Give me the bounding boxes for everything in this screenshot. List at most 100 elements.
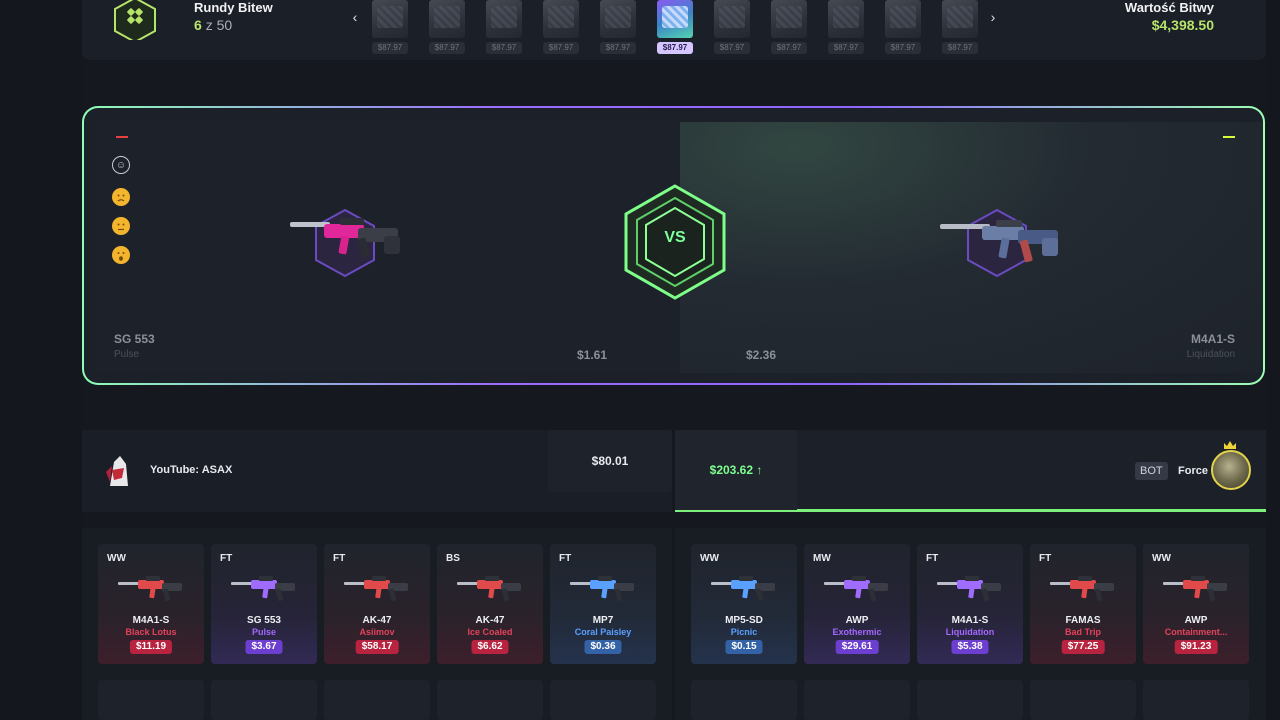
empty-item-slot (804, 680, 910, 720)
left-item-skin: Pulse (114, 349, 140, 360)
emoji-neutral-face-icon[interactable] (112, 217, 130, 235)
item-card[interactable]: FT MP7 Coral Paisley $0.36 (550, 544, 656, 664)
item-wear: FT (220, 553, 233, 564)
m4a1s-weapon-icon (940, 220, 1058, 263)
case-image (657, 0, 693, 38)
rounds-total: z 50 (205, 17, 233, 33)
case-price: $87.97 (372, 42, 408, 54)
case-price: $87.97 (942, 42, 978, 54)
item-name: M4A1-S (132, 615, 170, 626)
player-right-panel: $203.62 ↑ BOT Force (675, 430, 1266, 512)
case-item[interactable]: $87.97 (824, 0, 868, 56)
weapon-icon (116, 568, 186, 608)
case-item[interactable]: $87.97 (710, 0, 754, 56)
case-price: $87.97 (600, 42, 636, 54)
weapon-icon (935, 568, 1005, 608)
weapon-icon (1048, 568, 1118, 608)
case-price: $87.97 (828, 42, 864, 54)
item-skin: Exothermic (832, 627, 882, 637)
battle-logo-icon (114, 0, 156, 40)
player-right-avatar[interactable] (1211, 450, 1251, 490)
item-card[interactable]: FT M4A1-S Liquidation $5.38 (917, 544, 1023, 664)
item-skin: Ice Coaled (467, 627, 513, 637)
item-wear: BS (446, 553, 460, 564)
case-price: $87.97 (885, 42, 921, 54)
case-item[interactable]: $87.97 (596, 0, 640, 56)
item-card[interactable]: WW M4A1-S Black Lotus $11.19 (98, 544, 204, 664)
emoji-smile-icon[interactable]: ☺ (112, 156, 130, 174)
player-right-name[interactable]: Force (1178, 465, 1208, 477)
item-skin: Asiimov (359, 627, 395, 637)
item-card[interactable]: FT SG 553 Pulse $3.67 (211, 544, 317, 664)
player-right-items: WW MP5-SD Picnic $0.15 MW AWP Exothermic $29.61… (675, 528, 1266, 720)
weapon-icon (1161, 568, 1231, 608)
player-left-name[interactable]: YouTube: ASAX (150, 464, 232, 476)
item-price: $91.23 (1174, 640, 1218, 654)
item-card[interactable]: FT AK-47 Asiimov $58.17 (324, 544, 430, 664)
player-right-total: $203.62 ↑ (675, 430, 797, 510)
cases-next-button[interactable]: › (986, 9, 1000, 27)
item-price: $29.61 (835, 640, 879, 654)
case-price: $87.97 (657, 42, 693, 54)
weapon-icon (229, 568, 299, 608)
right-item-name: M4A1-S (1190, 332, 1235, 346)
left-player-indicator (116, 136, 128, 138)
item-name: SG 553 (247, 615, 281, 626)
weapon-icon (342, 568, 412, 608)
bot-badge: BOT (1135, 462, 1168, 480)
item-card[interactable]: WW AWP Containment... $91.23 (1143, 544, 1249, 664)
emoji-surprised-icon[interactable] (112, 246, 130, 264)
right-item-price: $2.36 (746, 348, 777, 362)
player-left-panel: YouTube: ASAX $80.01 (82, 430, 672, 512)
case-image (942, 0, 978, 38)
case-price: $87.97 (429, 42, 465, 54)
item-wear: FT (333, 553, 346, 564)
item-price: $0.36 (584, 640, 622, 654)
empty-item-slot (98, 680, 204, 720)
case-item[interactable]: $87.97 (938, 0, 982, 56)
item-wear: MW (813, 553, 831, 564)
item-price: $77.25 (1061, 640, 1105, 654)
item-card[interactable]: FT FAMAS Bad Trip $77.25 (1030, 544, 1136, 664)
case-item[interactable]: $87.97 (482, 0, 526, 56)
battle-page: Rundy Bitew 6 z 50 ‹ $87.97 $87.97 $87.97 $… (0, 0, 1280, 720)
item-name: AK-47 (475, 615, 505, 626)
case-price: $87.97 (714, 42, 750, 54)
player-left-avatar[interactable] (102, 452, 134, 488)
weapon-icon (822, 568, 892, 608)
case-image (828, 0, 864, 38)
player-left-items: WW M4A1-S Black Lotus $11.19 FT SG 553 Pulse $3… (82, 528, 672, 720)
player-left-total: $80.01 (548, 430, 672, 492)
emoji-sad-icon[interactable] (112, 188, 130, 206)
cases-prev-button[interactable]: ‹ (348, 9, 362, 27)
item-card[interactable]: MW AWP Exothermic $29.61 (804, 544, 910, 664)
case-price: $87.97 (486, 42, 522, 54)
case-item[interactable]: $87.97 (653, 0, 697, 56)
item-price: $6.62 (471, 640, 509, 654)
empty-item-slot (917, 680, 1023, 720)
right-gutter (1266, 0, 1280, 720)
case-item[interactable]: $87.97 (539, 0, 583, 56)
case-image (885, 0, 921, 38)
item-name: M4A1-S (951, 615, 989, 626)
case-item[interactable]: $87.97 (425, 0, 469, 56)
empty-item-slot (211, 680, 317, 720)
vs-badge: VS (620, 182, 730, 302)
empty-item-slot (1030, 680, 1136, 720)
rounds-label: Rundy Bitew (194, 0, 273, 15)
left-item-name: SG 553 (114, 332, 155, 346)
item-price: $11.19 (129, 640, 173, 654)
case-item[interactable]: $87.97 (368, 0, 412, 56)
case-item[interactable]: $87.97 (767, 0, 811, 56)
left-item-price: $1.61 (577, 348, 608, 362)
empty-item-slot (691, 680, 797, 720)
item-name: AWP (1184, 615, 1208, 626)
case-image (600, 0, 636, 38)
item-price: $3.67 (245, 640, 283, 654)
sg553-weapon-icon (290, 218, 400, 259)
item-card[interactable]: BS AK-47 Ice Coaled $6.62 (437, 544, 543, 664)
left-gutter (0, 0, 82, 720)
item-card[interactable]: WW MP5-SD Picnic $0.15 (691, 544, 797, 664)
right-item-skin: Liquidation (1186, 349, 1235, 360)
case-item[interactable]: $87.97 (881, 0, 925, 56)
